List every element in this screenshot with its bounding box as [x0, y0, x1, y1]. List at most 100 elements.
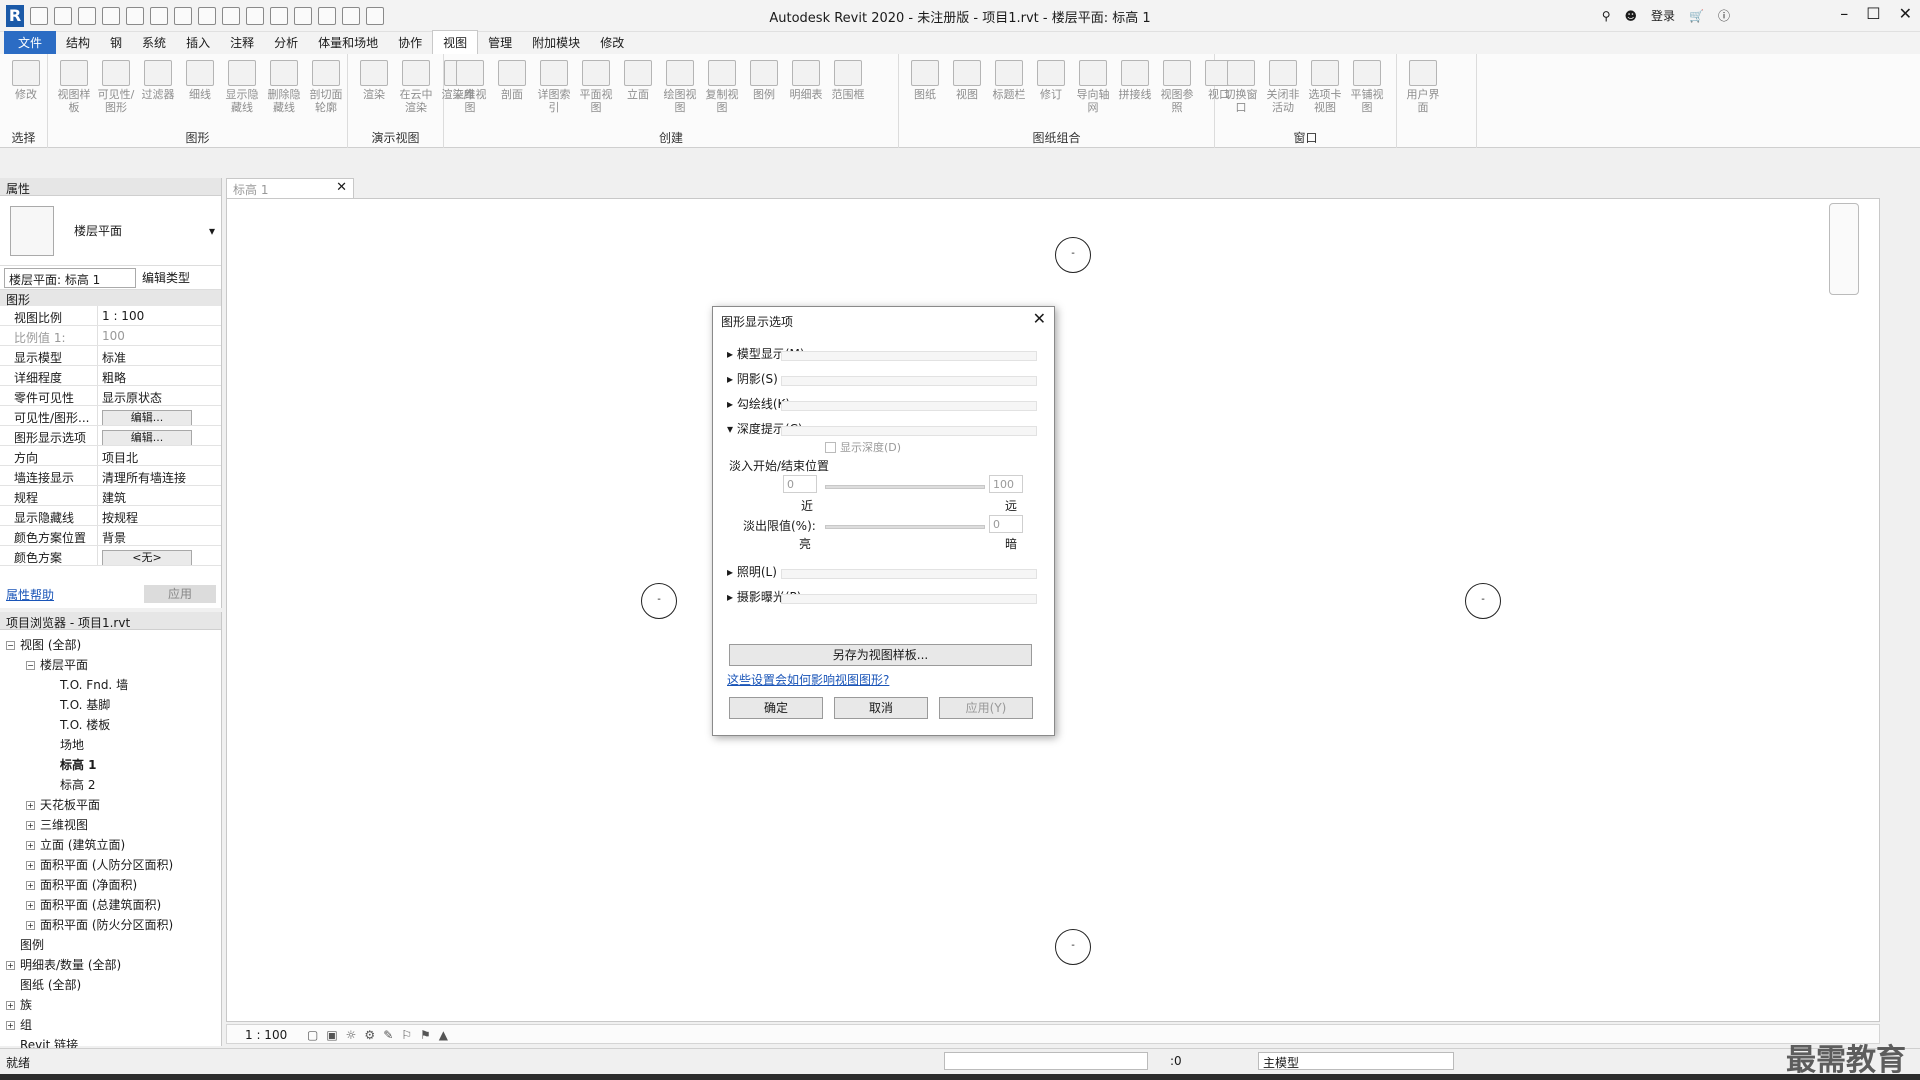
ribbon-button[interactable]: 过滤器 [138, 60, 178, 101]
ribbon-button[interactable]: 三维视图 [450, 60, 490, 114]
tab-3[interactable]: 系统 [132, 31, 176, 54]
browser-item[interactable]: 图纸 (全部) [6, 976, 81, 993]
ribbon-button[interactable]: 显示隐藏线 [222, 60, 262, 114]
ribbon-button[interactable]: 剖面 [492, 60, 532, 101]
ribbon-button[interactable]: 立面 [618, 60, 658, 101]
section-lighting[interactable]: ▸ 照明(L) [727, 563, 1037, 579]
tab-5[interactable]: 注释 [220, 31, 264, 54]
scale-selector[interactable]: 1 : 100 [245, 1028, 287, 1042]
ribbon-button[interactable]: 复制视图 [702, 60, 742, 114]
view-tab[interactable]: 标高 1 ✕ [226, 178, 354, 198]
tab-4[interactable]: 插入 [176, 31, 220, 54]
property-row[interactable]: 零件可见性 显示原状态 [0, 386, 221, 406]
help-link[interactable]: 这些设置会如何影响视图图形? [727, 671, 889, 688]
section-shadows[interactable]: ▸ 阴影(S) [727, 370, 1037, 386]
browser-item[interactable]: − 楼层平面 [26, 656, 88, 673]
ribbon-button[interactable]: 细线 [180, 60, 220, 101]
tab-0[interactable]: 文件 [4, 31, 57, 54]
browser-item[interactable]: + 三维视图 [26, 816, 88, 833]
property-row[interactable]: 规程 建筑 [0, 486, 221, 506]
section-sketchy-lines[interactable]: ▸ 勾绘线(K) [727, 395, 1037, 411]
browser-item[interactable]: T.O. 基脚 [46, 696, 110, 713]
tab-11[interactable]: 附加模块 [522, 31, 590, 54]
minimize-button[interactable]: – [1840, 4, 1848, 23]
browser-item[interactable]: 图例 [6, 936, 44, 953]
property-row[interactable]: 视图比例 1 : 100 [0, 306, 221, 326]
save-as-template-button[interactable]: 另存为视图样板... [729, 644, 1032, 666]
tab-8[interactable]: 协作 [388, 31, 432, 54]
fade-range-slider[interactable] [825, 485, 985, 489]
property-edit-button[interactable]: <无> [102, 550, 192, 565]
properties-help-link[interactable]: 属性帮助 [6, 586, 54, 603]
ribbon-button[interactable]: 明细表 [786, 60, 826, 101]
apply-dialog-button[interactable]: 应用(Y) [939, 697, 1033, 719]
expand-icon[interactable]: + [26, 861, 35, 870]
tab-1[interactable]: 结构 [56, 31, 100, 54]
type-selector[interactable]: 楼层平面 ▾ [0, 196, 221, 266]
property-edit-button[interactable]: 编辑... [102, 430, 192, 445]
browser-item[interactable]: + 面积平面 (总建筑面积) [26, 896, 161, 913]
section-model-display[interactable]: ▸ 模型显示(M) [727, 345, 1037, 361]
help-icon[interactable]: ⓘ [1718, 7, 1730, 24]
ribbon-button[interactable]: 修改 [6, 60, 46, 101]
expand-icon[interactable]: + [6, 1001, 15, 1010]
ribbon-button[interactable]: 用户界面 [1403, 60, 1443, 114]
tab-2[interactable]: 钢 [100, 31, 132, 54]
ribbon-button[interactable]: 修订 [1031, 60, 1071, 101]
browser-item[interactable]: + 面积平面 (防火分区面积) [26, 916, 173, 933]
ribbon-button[interactable]: 拼接线 [1115, 60, 1155, 101]
expand-icon[interactable]: + [26, 841, 35, 850]
ribbon-button[interactable]: 切换窗口 [1221, 60, 1261, 114]
ribbon-button[interactable]: 选项卡视图 [1305, 60, 1345, 114]
close-tab-icon[interactable]: ✕ [336, 180, 347, 195]
property-row[interactable]: 图形显示选项 编辑... [0, 426, 221, 446]
browser-item[interactable]: + 面积平面 (净面积) [26, 876, 137, 893]
view-instance-selector[interactable]: 楼层平面: 标高 1 [4, 267, 136, 288]
property-row[interactable]: 显示隐藏线 按规程 [0, 506, 221, 526]
fade-limit-slider[interactable] [825, 525, 985, 529]
ribbon-button[interactable]: 视图 [947, 60, 987, 101]
elevation-marker-east[interactable]: - [1465, 583, 1501, 619]
elevation-marker-west[interactable]: - [641, 583, 677, 619]
property-row[interactable]: 详细程度 粗略 [0, 366, 221, 386]
ribbon-button[interactable]: 剖切面轮廓 [306, 60, 346, 114]
property-edit-button[interactable]: 编辑... [102, 410, 192, 425]
ribbon-button[interactable]: 删除隐藏线 [264, 60, 304, 114]
apply-button[interactable]: 应用 [144, 585, 216, 603]
property-row[interactable]: 颜色方案位置 背景 [0, 526, 221, 546]
section-depth-cueing[interactable]: ▾ 深度提示(C) [727, 420, 1037, 436]
user-icon[interactable]: ☻ [1625, 9, 1638, 23]
edit-type-button[interactable]: 编辑类型 [142, 269, 190, 286]
graphics-section[interactable]: 图形 [0, 290, 221, 307]
expand-icon[interactable]: + [26, 821, 35, 830]
browser-item[interactable]: T.O. Fnd. 墙 [46, 676, 128, 693]
browser-item[interactable]: + 面积平面 (人防分区面积) [26, 856, 173, 873]
ribbon-button[interactable]: 标题栏 [989, 60, 1029, 101]
tab-9[interactable]: 视图 [432, 30, 479, 54]
property-row[interactable]: 显示模型 标准 [0, 346, 221, 366]
browser-item[interactable]: + 族 [6, 996, 32, 1013]
dialog-close-icon[interactable]: ✕ [1033, 309, 1046, 328]
property-row[interactable]: 比例值 1: 100 [0, 326, 221, 346]
expand-icon[interactable]: + [6, 961, 15, 970]
ribbon-button[interactable]: 在云中渲染 [396, 60, 436, 114]
elevation-marker-south[interactable]: - [1055, 929, 1091, 965]
expand-icon[interactable]: + [26, 921, 35, 930]
elevation-marker-north[interactable]: - [1055, 237, 1091, 273]
ribbon-button[interactable]: 范围框 [828, 60, 868, 101]
search-icon[interactable]: ⚲ [1602, 9, 1611, 23]
near-value-input[interactable]: 0 [783, 475, 817, 493]
section-photographic-exposure[interactable]: ▸ 摄影曝光(P) [727, 588, 1037, 604]
property-row[interactable]: 颜色方案 <无> [0, 546, 221, 566]
ribbon-button[interactable]: 可见性/图形 [96, 60, 136, 114]
browser-item[interactable]: T.O. 楼板 [46, 716, 110, 733]
ribbon-button[interactable]: 绘图视图 [660, 60, 700, 114]
expand-icon[interactable]: + [26, 801, 35, 810]
browser-item[interactable]: 标高 1 [46, 756, 97, 773]
close-window-button[interactable]: ✕ [1899, 4, 1912, 23]
ribbon-button[interactable]: 视图样板 [54, 60, 94, 114]
ribbon-button[interactable]: 平面视图 [576, 60, 616, 114]
browser-item[interactable]: − 视图 (全部) [6, 636, 81, 653]
expand-icon[interactable]: + [6, 1021, 15, 1030]
cart-icon[interactable]: 🛒 [1689, 9, 1704, 23]
